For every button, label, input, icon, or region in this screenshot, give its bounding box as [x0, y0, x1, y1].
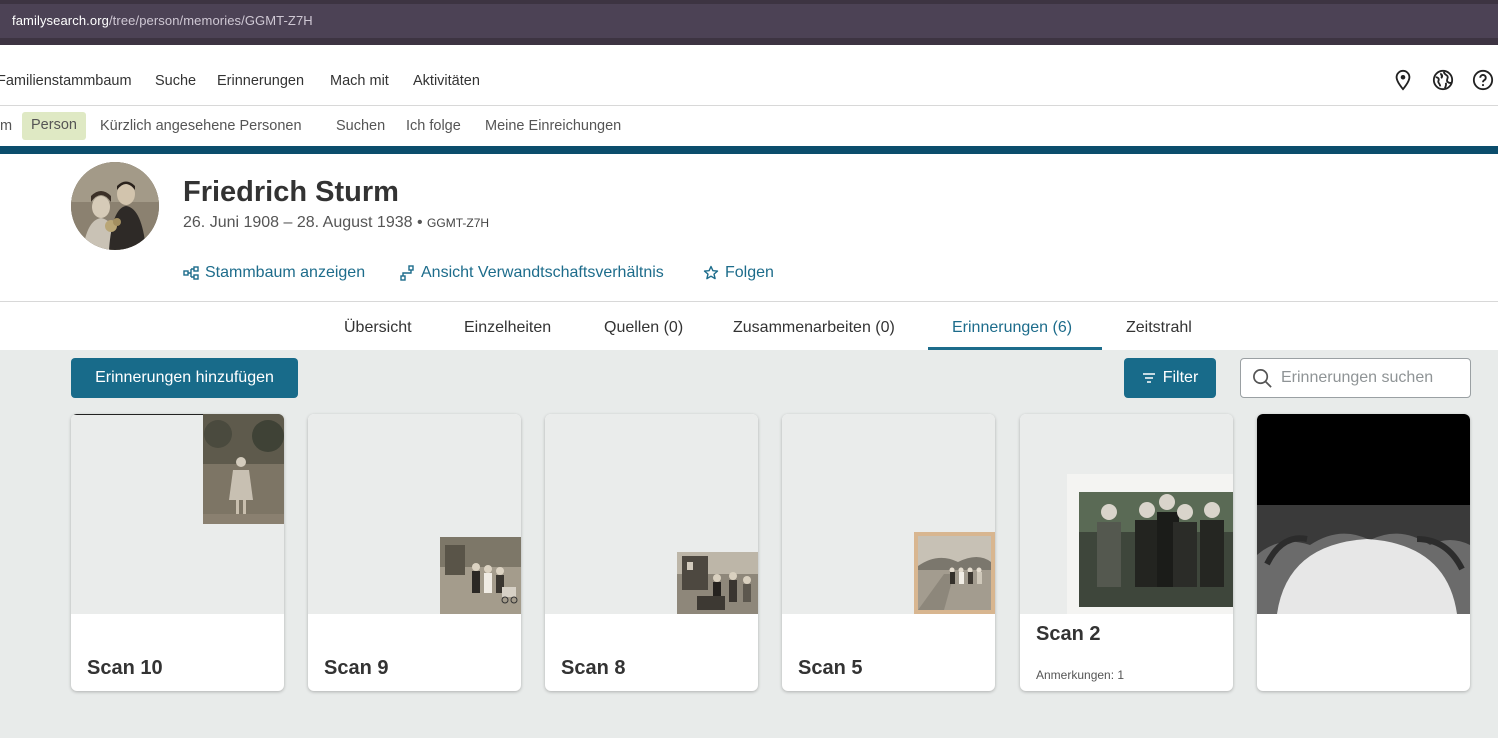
nav-aktivitaeten[interactable]: Aktivitäten — [413, 73, 480, 89]
photo-woman-garden — [203, 414, 284, 524]
address-url[interactable]: familysearch.org/tree/person/memories/GG… — [12, 13, 313, 28]
tab-zusammenarbeiten[interactable]: Zusammenarbeiten (0) — [733, 319, 895, 337]
memory-card[interactable] — [1257, 414, 1470, 691]
tab-uebersicht[interactable]: Übersicht — [344, 319, 412, 337]
vitals-separator: • — [416, 214, 423, 231]
memory-comment-count: Anmerkungen: 1 — [1036, 668, 1125, 682]
memories-search[interactable] — [1240, 358, 1471, 398]
tab-quellen[interactable]: Quellen (0) — [604, 319, 683, 337]
memory-title: Scan 10 — [87, 657, 163, 679]
nav-suche[interactable]: Suche — [155, 73, 196, 89]
memory-card[interactable]: Scan 5 — [782, 414, 995, 691]
nav-erinnerungen[interactable]: Erinnerungen — [217, 73, 304, 89]
url-path: /tree/person/memories/GGMT-Z7H — [108, 13, 313, 28]
sub-navigation: m Person Kürzlich angesehene Personen Su… — [0, 106, 1498, 146]
photo-portrait-closeup — [1257, 414, 1470, 614]
memory-thumbnail — [1020, 414, 1233, 614]
header-band — [0, 146, 1498, 154]
memory-thumbnail — [545, 414, 758, 614]
top-navigation: Familienstammbaum Suche Erinnerungen Mac… — [0, 45, 1498, 106]
filter-label: Filter — [1162, 369, 1199, 386]
subnav-item-submissions[interactable]: Meine Einreichungen — [485, 118, 621, 134]
memory-card[interactable]: Scan 2 Anmerkungen: 1 — [1020, 414, 1233, 691]
photo-group-street — [677, 552, 758, 614]
memory-title: Scan 8 — [561, 657, 626, 679]
tree-view-label: Stammbaum anzeigen — [205, 264, 366, 281]
avatar-photo — [71, 162, 159, 250]
browser-toolbar: familysearch.org/tree/person/memories/GG… — [0, 0, 1498, 45]
help-icon[interactable] — [1472, 69, 1494, 91]
memory-title: Scan 5 — [798, 657, 863, 679]
relationship-view-link[interactable]: Ansicht Verwandtschaftsverhältnis — [399, 264, 664, 282]
relationship-icon — [400, 265, 414, 281]
add-memories-button[interactable]: Erinnerungen hinzufügen — [71, 358, 298, 398]
photo-group-road — [914, 532, 995, 614]
memory-title: Scan 9 — [324, 657, 389, 679]
photo-group-pram — [440, 537, 521, 614]
memory-card[interactable]: Scan 10 — [71, 414, 284, 691]
subnav-item-partial[interactable]: m — [0, 118, 12, 134]
location-pin-icon[interactable] — [1392, 69, 1414, 91]
memory-card[interactable]: Scan 8 — [545, 414, 758, 691]
person-vitals: 26. Juni 1908 – 28. August 1938 • GGMT-Z… — [183, 214, 489, 232]
url-host: familysearch.org — [12, 13, 109, 28]
person-header: Friedrich Sturm 26. Juni 1908 – 28. Augu… — [0, 154, 1498, 302]
nav-familienstammbaum[interactable]: Familienstammbaum — [0, 73, 132, 89]
memory-thumbnail — [782, 414, 995, 614]
subnav-item-person[interactable]: Person — [22, 112, 86, 140]
follow-label: Folgen — [725, 264, 774, 281]
subnav-item-following[interactable]: Ich folge — [406, 118, 461, 134]
memory-thumbnail — [1257, 414, 1470, 614]
person-name: Friedrich Sturm — [183, 176, 399, 208]
avatar[interactable] — [71, 162, 159, 250]
tree-view-link[interactable]: Stammbaum anzeigen — [183, 264, 365, 282]
person-id[interactable]: GGMT-Z7H — [427, 216, 489, 230]
memory-title: Scan 2 — [1036, 623, 1101, 645]
subnav-item-recent[interactable]: Kürzlich angesehene Personen — [100, 118, 302, 134]
tab-einzelheiten[interactable]: Einzelheiten — [464, 319, 551, 337]
memory-card[interactable]: Scan 9 — [308, 414, 521, 691]
relationship-view-label: Ansicht Verwandtschaftsverhältnis — [421, 264, 664, 281]
tab-zeitstrahl[interactable]: Zeitstrahl — [1126, 319, 1192, 337]
filter-icon — [1142, 373, 1155, 383]
star-icon — [703, 265, 719, 280]
tab-erinnerungen[interactable]: Erinnerungen (6) — [952, 319, 1072, 337]
follow-link[interactable]: Folgen — [703, 264, 774, 282]
globe-icon[interactable] — [1432, 69, 1454, 91]
tree-icon — [183, 266, 199, 280]
person-dates: 26. Juni 1908 – 28. August 1938 — [183, 214, 413, 231]
search-icon — [1253, 369, 1272, 388]
filter-button[interactable]: Filter — [1124, 358, 1216, 398]
memory-thumbnail — [71, 414, 284, 614]
nav-mach-mit[interactable]: Mach mit — [330, 73, 389, 89]
search-input[interactable] — [1281, 367, 1461, 389]
active-tab-indicator — [928, 347, 1102, 350]
memory-thumbnail — [308, 414, 521, 614]
person-tabs: Übersicht Einzelheiten Quellen (0) Zusam… — [0, 302, 1498, 350]
photo-family-group — [1067, 474, 1233, 614]
subnav-item-search[interactable]: Suchen — [336, 118, 385, 134]
